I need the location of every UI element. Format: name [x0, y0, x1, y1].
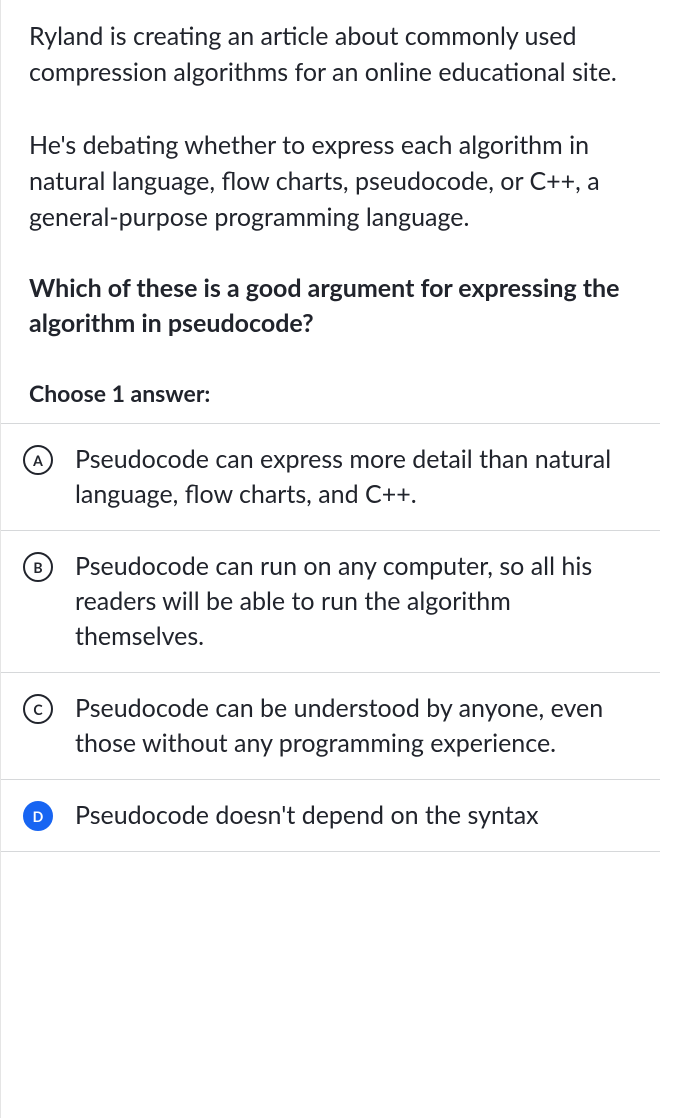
answer-option-a[interactable]: A Pseudocode can express more detail tha… [1, 423, 660, 530]
choose-answer-label: Choose 1 answer: [29, 379, 660, 407]
answer-bubble-a: A [23, 445, 53, 475]
answer-bubble-d: D [23, 801, 53, 831]
answer-text-d: Pseudocode doesn't depend on the syntax [75, 798, 539, 833]
answer-bubble-c: C [23, 694, 53, 724]
answer-list: A Pseudocode can express more detail tha… [1, 423, 660, 852]
answer-option-b[interactable]: B Pseudocode can run on any computer, so… [1, 530, 660, 672]
answer-bubble-b: B [23, 552, 53, 582]
answer-text-c: Pseudocode can be understood by anyone, … [75, 691, 640, 761]
question-container: Ryland is creating an article about comm… [0, 0, 680, 1118]
answer-option-c[interactable]: C Pseudocode can be understood by anyone… [1, 672, 660, 779]
question-text-block: Ryland is creating an article about comm… [29, 18, 660, 341]
question-prompt: Which of these is a good argument for ex… [29, 271, 660, 341]
answer-text-a: Pseudocode can express more detail than … [75, 442, 640, 512]
answer-text-b: Pseudocode can run on any computer, so a… [75, 549, 640, 654]
question-paragraph-2: He's debating whether to express each al… [29, 127, 660, 236]
question-paragraph-1: Ryland is creating an article about comm… [29, 18, 660, 91]
answer-option-d[interactable]: D Pseudocode doesn't depend on the synta… [1, 779, 660, 852]
